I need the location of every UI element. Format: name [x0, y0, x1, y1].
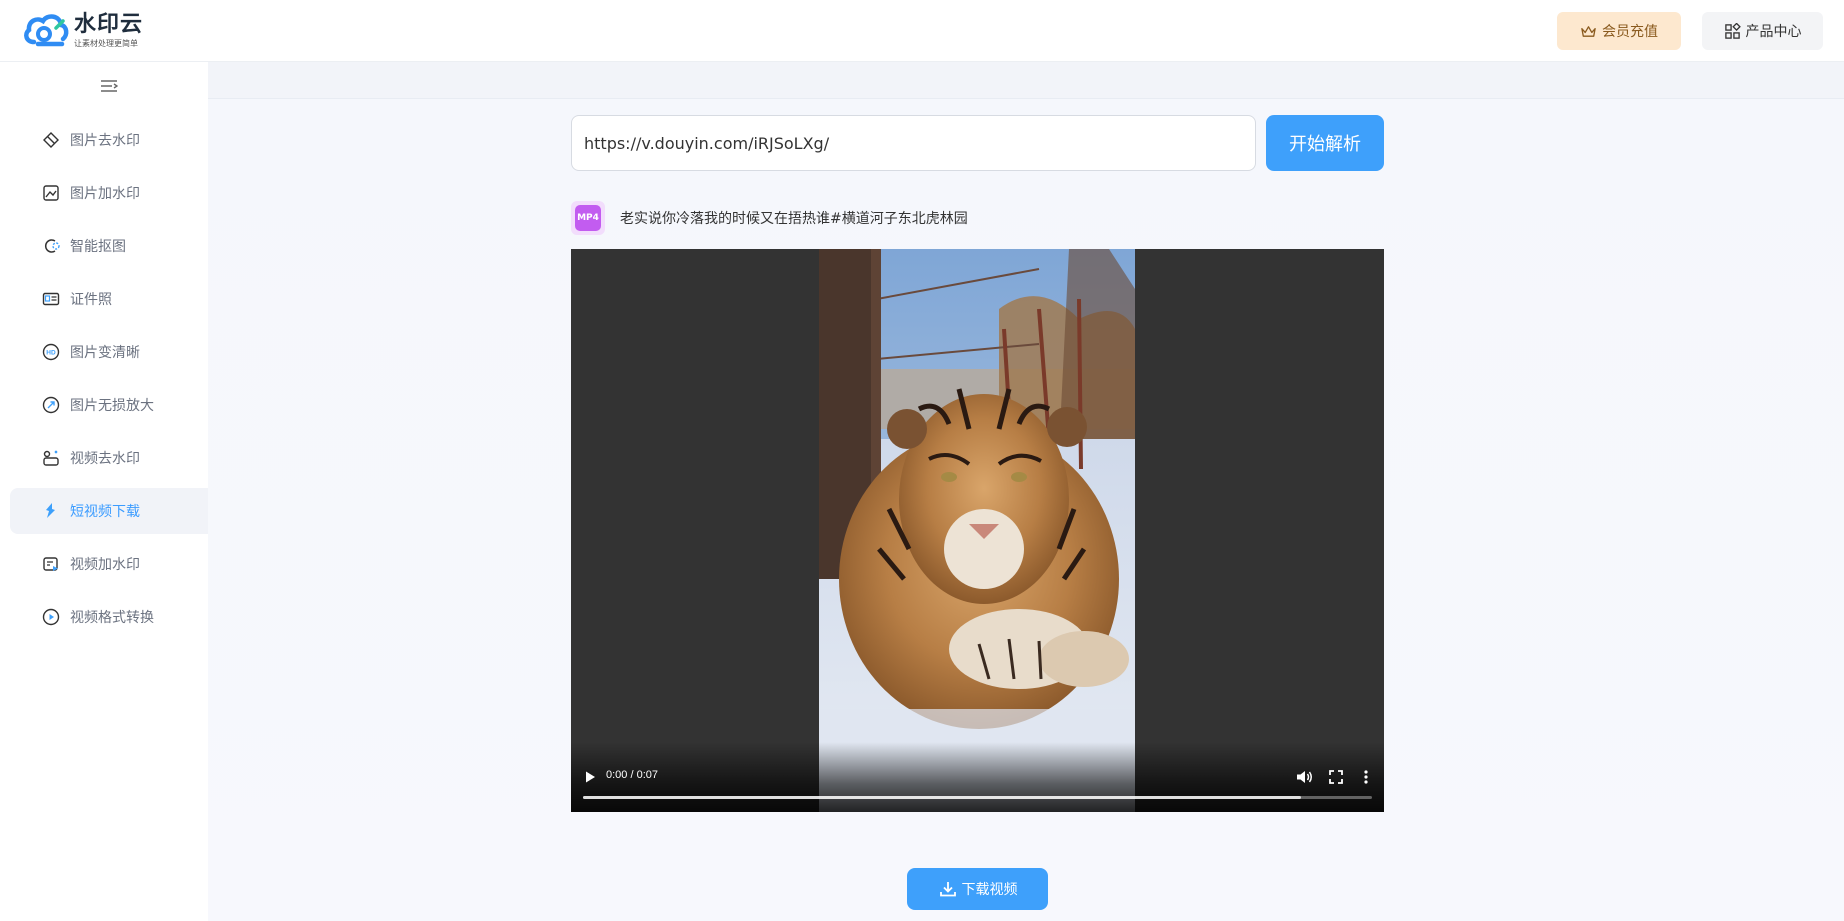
sidebar-item-label: 图片变清晰	[70, 345, 140, 361]
start-parse-button[interactable]: 开始解析	[1266, 115, 1384, 171]
video-title: 老实说你冷落我的时候又在捂热谁#横道河子东北虎林园	[620, 211, 968, 227]
progress-buffered	[583, 796, 1301, 799]
grid-icon	[1724, 22, 1741, 39]
hd-icon: HD	[42, 343, 60, 361]
more-options-icon[interactable]	[1356, 767, 1376, 787]
logo-subtitle: 让素材处理更简单	[74, 39, 138, 48]
video-info-row: MP4 老实说你冷落我的时候又在捂热谁#横道河子东北虎林园	[571, 201, 968, 235]
download-icon	[939, 882, 956, 897]
sidebar-item-label: 短视频下载	[70, 504, 140, 520]
eraser-icon	[43, 132, 59, 148]
video-eraser-icon	[43, 450, 59, 466]
sidebar-item-label: 图片无损放大	[70, 398, 154, 414]
sidebar-item-label: 图片加水印	[70, 186, 140, 202]
cloud-logo-icon	[24, 14, 69, 47]
product-center-label: 产品中心	[1745, 24, 1802, 40]
sidebar-item-label: 视频去水印	[70, 451, 140, 467]
sidebar-item-video-watermark-add[interactable]: 视频加水印	[10, 541, 208, 587]
sidebar-item-id-photo[interactable]: 证件照	[10, 276, 208, 322]
short-video-icon	[46, 503, 55, 518]
sidebar-item-image-watermark-add[interactable]: 图片加水印	[10, 170, 208, 216]
menu-collapse-icon[interactable]	[100, 78, 118, 94]
sidebar-item-smart-cutout[interactable]: 智能抠图	[10, 223, 208, 269]
vip-recharge-label: 会员充值	[1602, 24, 1658, 40]
video-watermark-icon	[43, 557, 58, 571]
download-video-button[interactable]: 下载视频	[907, 868, 1048, 910]
sidebar-item-image-sharpen[interactable]: HD 图片变清晰	[10, 329, 208, 375]
download-video-label: 下载视频	[961, 882, 1018, 898]
sidebar: 图片去水印 图片加水印 智能抠图 证件照 HD 图片变清晰 图片无损放大 视频去…	[0, 62, 208, 921]
video-time: 0:00 / 0:07	[606, 769, 658, 781]
mp4-badge-label: MP4	[575, 205, 601, 231]
vip-recharge-button[interactable]: 会员充值	[1557, 12, 1681, 50]
image-add-icon	[43, 185, 59, 201]
controls-overlay	[571, 742, 1384, 812]
video-frame	[819, 249, 1135, 812]
cutout-icon	[45, 239, 60, 253]
tiger-video-thumbnail	[819, 249, 1135, 812]
enlarge-icon	[42, 396, 60, 414]
logo-title: 水印云	[74, 12, 144, 37]
product-center-button[interactable]: 产品中心	[1702, 12, 1823, 50]
video-convert-icon	[42, 608, 60, 626]
mp4-badge: MP4	[571, 201, 605, 235]
sidebar-item-video-format-convert[interactable]: 视频格式转换	[10, 594, 208, 640]
volume-icon[interactable]	[1294, 767, 1314, 787]
sidebar-item-lossless-enlarge[interactable]: 图片无损放大	[10, 382, 208, 428]
sidebar-item-image-watermark-remove[interactable]: 图片去水印	[10, 117, 208, 163]
sidebar-item-short-video-download[interactable]: 短视频下载	[10, 488, 208, 534]
play-icon[interactable]	[581, 768, 599, 786]
sidebar-item-label: 证件照	[70, 292, 112, 308]
divider	[208, 98, 1844, 99]
svg-text:HD: HD	[46, 350, 56, 357]
video-url-input[interactable]	[571, 115, 1256, 171]
sidebar-item-label: 图片去水印	[70, 133, 140, 149]
sidebar-item-label: 视频格式转换	[70, 610, 154, 626]
logo[interactable]: 水印云 让素材处理更简单	[22, 12, 143, 50]
sidebar-item-label: 视频加水印	[70, 557, 140, 573]
top-header: 水印云 让素材处理更简单 会员充值 产品中心	[0, 0, 1844, 62]
progress-bar[interactable]	[583, 796, 1372, 799]
video-player[interactable]: 0:00 / 0:07	[571, 249, 1384, 812]
crown-icon	[1581, 25, 1596, 37]
id-card-icon	[42, 292, 60, 306]
fullscreen-icon[interactable]	[1326, 767, 1346, 787]
sidebar-item-label: 智能抠图	[70, 239, 126, 255]
main-content: 开始解析 MP4 老实说你冷落我的时候又在捂热谁#横道河子东北虎林园	[208, 62, 1844, 921]
sidebar-item-video-watermark-remove[interactable]: 视频去水印	[10, 435, 208, 481]
